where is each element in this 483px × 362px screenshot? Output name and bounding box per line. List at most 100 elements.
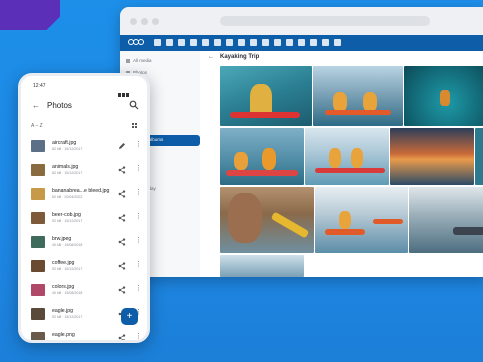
more-options-icon[interactable]: ⋮ bbox=[135, 141, 142, 148]
file-meta: 82 kB · 15/12/2017 bbox=[52, 171, 83, 175]
list-item[interactable]: aircraft.jpg 82 kB · 15/12/2017 ⋮ bbox=[21, 136, 147, 160]
page-title: Photos bbox=[47, 101, 72, 110]
file-thumbnail bbox=[31, 236, 45, 248]
file-name: coffee.jpg bbox=[52, 260, 75, 266]
file-name: beer-cob.jpg bbox=[52, 212, 81, 218]
notes-icon[interactable] bbox=[250, 39, 257, 46]
maps-icon[interactable] bbox=[322, 39, 329, 46]
share-icon[interactable] bbox=[118, 190, 126, 198]
file-meta: 92 kB · 15/12/2017 bbox=[52, 315, 83, 319]
list-item[interactable]: beer-cob.jpg 92 kB · 15/12/2017 ⋮ bbox=[21, 208, 147, 232]
photo-tile[interactable] bbox=[220, 128, 304, 185]
checkmark-icon[interactable] bbox=[310, 39, 317, 46]
photo-tile[interactable] bbox=[220, 66, 312, 126]
album-title: Kayaking Trip bbox=[220, 54, 260, 60]
nextcloud-logo-icon[interactable] bbox=[128, 38, 144, 47]
corner-decoration bbox=[0, 0, 60, 30]
file-name: colors.jpg bbox=[52, 284, 75, 290]
talk-icon[interactable] bbox=[202, 39, 209, 46]
list-item[interactable]: bananabrea...e bleed.jpg 60 kB · 20/04/20… bbox=[21, 184, 147, 208]
file-thumbnail bbox=[31, 308, 45, 320]
share-icon[interactable] bbox=[118, 334, 126, 342]
file-thumbnail bbox=[31, 140, 45, 152]
share-icon[interactable] bbox=[118, 238, 126, 246]
signal-icon bbox=[117, 84, 135, 97]
file-meta: 92 kB · 15/12/2017 bbox=[52, 219, 83, 223]
location-icon[interactable] bbox=[334, 39, 341, 46]
file-meta: 40 kB · 15/08/2018 bbox=[52, 243, 83, 247]
share-icon[interactable] bbox=[118, 166, 126, 174]
back-arrow-icon[interactable]: ← bbox=[32, 101, 40, 110]
sidebar-item-all-media[interactable]: All media bbox=[126, 57, 152, 65]
file-name: bananabrea...e bleed.jpg bbox=[52, 188, 110, 194]
sidebar-item-label: All media bbox=[133, 58, 152, 63]
more-options-icon[interactable]: ⋮ bbox=[135, 237, 142, 244]
photo-tile[interactable] bbox=[409, 187, 483, 253]
file-name: eagle.png bbox=[52, 332, 75, 338]
file-meta: 60 kB · 20/04/2022 bbox=[52, 195, 83, 199]
file-name: aircraft.jpg bbox=[52, 140, 77, 146]
share-icon[interactable] bbox=[118, 286, 126, 294]
window-dot bbox=[141, 18, 148, 25]
window-dot bbox=[152, 18, 159, 25]
star-icon[interactable] bbox=[286, 39, 293, 46]
list-item[interactable]: coffee.jpg 92 kB · 15/12/2017 ⋮ bbox=[21, 256, 147, 280]
photo-tile[interactable] bbox=[390, 128, 474, 185]
tasks-icon[interactable] bbox=[274, 39, 281, 46]
photos-icon[interactable] bbox=[178, 39, 185, 46]
file-name: animals.jpg bbox=[52, 164, 79, 170]
share-icon[interactable] bbox=[118, 214, 126, 222]
file-thumbnail bbox=[31, 212, 45, 224]
photo-tile[interactable] bbox=[315, 187, 408, 253]
photo-tile[interactable] bbox=[475, 128, 483, 185]
files-icon[interactable] bbox=[166, 39, 173, 46]
contacts-icon[interactable] bbox=[226, 39, 233, 46]
file-thumbnail bbox=[31, 188, 45, 200]
photo-tile[interactable] bbox=[220, 187, 314, 253]
browser-window: All media Photos Videos Albums Shared al… bbox=[120, 7, 483, 277]
file-meta: 92 kB · 15/12/2017 bbox=[52, 267, 83, 271]
more-options-icon[interactable]: ⋮ bbox=[135, 333, 142, 340]
list-item[interactable]: animals.jpg 82 kB · 15/12/2017 ⋮ bbox=[21, 160, 147, 184]
forms-icon[interactable] bbox=[298, 39, 305, 46]
file-name: eagle.jpg bbox=[52, 308, 74, 314]
album-header: ← Kayaking Trip bbox=[208, 54, 259, 60]
list-item[interactable]: colors.jpg 40 kB · 15/08/2018 ⋮ bbox=[21, 280, 147, 304]
pencil-icon[interactable] bbox=[118, 142, 126, 150]
file-thumbnail bbox=[31, 260, 45, 272]
photo-tile[interactable] bbox=[313, 66, 403, 126]
status-time: 12:47 bbox=[33, 83, 46, 89]
address-bar[interactable] bbox=[220, 16, 430, 26]
file-thumbnail bbox=[31, 284, 45, 296]
browser-titlebar bbox=[120, 7, 483, 35]
album-view: ← Kayaking Trip bbox=[200, 51, 483, 277]
more-options-icon[interactable]: ⋮ bbox=[135, 165, 142, 172]
activity-icon[interactable] bbox=[190, 39, 197, 46]
dashboard-icon[interactable] bbox=[154, 39, 161, 46]
file-thumbnail bbox=[31, 332, 45, 340]
grid-view-icon[interactable] bbox=[132, 123, 138, 128]
calendar-icon[interactable] bbox=[238, 39, 245, 46]
more-options-icon[interactable]: ⋮ bbox=[135, 261, 142, 268]
more-options-icon[interactable]: ⋮ bbox=[135, 285, 142, 292]
file-name: brw.jpeg bbox=[52, 236, 72, 242]
mail-icon[interactable] bbox=[214, 39, 221, 46]
deck-icon[interactable] bbox=[262, 39, 269, 46]
file-thumbnail bbox=[31, 164, 45, 176]
add-fab-button[interactable]: + bbox=[121, 308, 138, 325]
file-meta: 82 kB · 15/12/2017 bbox=[52, 147, 83, 151]
more-options-icon[interactable]: ⋮ bbox=[135, 189, 142, 196]
share-icon[interactable] bbox=[118, 262, 126, 270]
list-item[interactable]: eagle.png ⋮ bbox=[21, 328, 147, 342]
photo-tile[interactable] bbox=[404, 66, 483, 126]
more-options-icon[interactable]: ⋮ bbox=[135, 213, 142, 220]
list-item[interactable]: brw.jpeg 40 kB · 15/08/2018 ⋮ bbox=[21, 232, 147, 256]
photo-tile[interactable] bbox=[220, 255, 304, 277]
sort-order-toggle[interactable]: A – Z bbox=[31, 123, 43, 129]
window-dot bbox=[130, 18, 137, 25]
search-icon[interactable] bbox=[129, 100, 139, 110]
app-navbar bbox=[120, 35, 483, 51]
photo-tile[interactable] bbox=[305, 128, 389, 185]
phone-device: 12:47 ← Photos A – Z aircraft.jpg 82 kB ·… bbox=[18, 73, 150, 343]
arrow-left-icon[interactable]: ← bbox=[208, 54, 214, 60]
